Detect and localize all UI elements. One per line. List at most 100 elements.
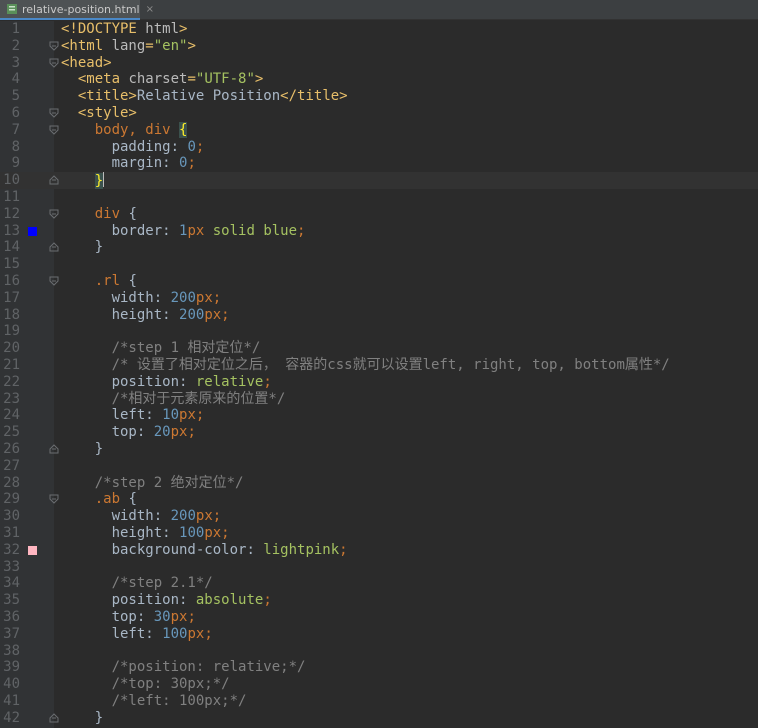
code-token: >	[254, 71, 264, 88]
fold-close-icon[interactable]	[49, 175, 59, 185]
code-line[interactable]: 9 margin: 0;	[0, 155, 758, 172]
line-number: 12	[3, 205, 20, 222]
code-editor[interactable]: 1 <!DOCTYPE html> 2 <html lang="en"> 3 <head>…	[0, 21, 758, 728]
code-text: <style>	[61, 105, 137, 122]
code-token: /*left: 100px;*/	[111, 693, 247, 709]
code-text: position: absolute;	[61, 592, 272, 609]
code-text: height: 100px;	[61, 525, 230, 542]
fold-open-icon[interactable]	[49, 108, 59, 118]
code-text: .rl {	[61, 273, 137, 290]
code-line[interactable]: 37 left: 100px;	[0, 626, 758, 643]
code-line[interactable]: 32 background-color: lightpink;	[0, 542, 758, 559]
code-token: =	[145, 37, 154, 54]
line-number: 24	[3, 407, 20, 424]
code-token: >	[179, 21, 188, 37]
code-line[interactable]: 40 /*top: 30px;*/	[0, 676, 758, 693]
code-line[interactable]: 13 border: 1px solid blue;	[0, 223, 758, 240]
code-line[interactable]: 6 <style>	[0, 105, 758, 122]
fold-open-icon[interactable]	[49, 125, 59, 135]
code-line[interactable]: 34 /*step 2.1*/	[0, 575, 758, 592]
code-text: div {	[61, 206, 137, 223]
code-line[interactable]: 21 /* 设置了相对定位之后， 容器的css就可以设置left, right,…	[0, 357, 758, 374]
fold-close-icon[interactable]	[49, 713, 59, 723]
code-line[interactable]: 35 position: absolute;	[0, 592, 758, 609]
code-line[interactable]: 42 }	[0, 710, 758, 727]
code-line[interactable]: 19	[0, 323, 758, 340]
code-line[interactable]: 31 height: 100px;	[0, 525, 758, 542]
code-line[interactable]: 3 <head>	[0, 55, 758, 72]
code-token: lightpink	[263, 541, 340, 558]
fold-open-icon[interactable]	[49, 209, 59, 219]
code-line[interactable]: 27	[0, 458, 758, 475]
code-line[interactable]: 12 div {	[0, 206, 758, 223]
code-line[interactable]: 1 <!DOCTYPE html>	[0, 21, 758, 38]
code-line[interactable]: 15	[0, 256, 758, 273]
code-line[interactable]: 11	[0, 189, 758, 206]
color-swatch-lightpink[interactable]	[28, 545, 37, 555]
code-line[interactable]: 10 }	[0, 172, 758, 190]
code-text: }	[61, 441, 103, 458]
code-token: px	[195, 508, 213, 525]
line-number: 8	[11, 138, 20, 155]
code-token: padding:	[111, 138, 188, 155]
fold-close-icon[interactable]	[49, 242, 59, 252]
line-number: 9	[11, 155, 20, 172]
line-number: 14	[3, 239, 20, 256]
code-token: position:	[111, 592, 196, 609]
code-token: ;	[212, 508, 222, 525]
code-token: relative	[195, 373, 264, 390]
fold-open-icon[interactable]	[49, 494, 59, 505]
code-line[interactable]: 14 }	[0, 239, 758, 256]
code-line[interactable]: 20 /*step 1 相对定位*/	[0, 340, 758, 357]
line-number: 42	[3, 709, 20, 726]
code-line[interactable]: 36 top: 30px;	[0, 609, 758, 626]
code-line[interactable]: 25 top: 20px;	[0, 424, 758, 441]
fold-open-icon[interactable]	[49, 58, 59, 68]
tab-relative-position-html[interactable]: relative-position.html ×	[0, 0, 154, 20]
code-token: ;	[339, 541, 348, 558]
code-line[interactable]: 41 /*left: 100px;*/	[0, 693, 758, 710]
code-token: }	[94, 709, 104, 726]
code-line[interactable]: 2 <html lang="en">	[0, 38, 758, 55]
code-line[interactable]: 26 }	[0, 441, 758, 458]
line-number: 22	[3, 373, 20, 390]
fold-open-icon[interactable]	[49, 41, 59, 51]
code-text: /*step 1 相对定位*/	[61, 340, 261, 357]
code-line[interactable]: 8 padding: 0;	[0, 139, 758, 156]
code-line[interactable]: 7 body, div {	[0, 121, 758, 139]
code-line[interactable]: 29 .ab {	[0, 491, 758, 508]
code-token: px	[187, 625, 205, 642]
code-line[interactable]: 4 <meta charset="UTF-8">	[0, 71, 758, 88]
code-line[interactable]: 33	[0, 559, 758, 576]
code-line[interactable]: 5 <title>Relative Position</title>	[0, 88, 758, 105]
code-line[interactable]: 23 /*相对于元素原来的位置*/	[0, 391, 758, 408]
code-token: <!DOCTYPE	[61, 21, 146, 37]
code-line[interactable]: 28 /*step 2 绝对定位*/	[0, 475, 758, 492]
code-line[interactable]: 24 left: 10px;	[0, 407, 758, 424]
code-line[interactable]: 18 height: 200px;	[0, 307, 758, 324]
code-line[interactable]: 39 /*position: relative;*/	[0, 659, 758, 676]
close-icon[interactable]: ×	[146, 4, 154, 15]
code-text: height: 200px;	[61, 307, 230, 324]
line-number: 10	[3, 172, 20, 189]
code-line[interactable]: 22 position: relative;	[0, 374, 758, 391]
fold-open-icon[interactable]	[49, 276, 59, 286]
code-line[interactable]: 16 .rl {	[0, 273, 758, 290]
code-line[interactable]: 30 width: 200px;	[0, 508, 758, 525]
code-text: <meta charset="UTF-8">	[61, 71, 263, 88]
color-swatch-blue[interactable]	[28, 226, 37, 236]
code-line[interactable]: 17 width: 200px;	[0, 290, 758, 307]
line-number: 20	[3, 340, 20, 357]
code-line[interactable]: 38	[0, 643, 758, 660]
fold-close-icon[interactable]	[49, 444, 59, 454]
code-text: <!DOCTYPE html>	[61, 21, 187, 38]
